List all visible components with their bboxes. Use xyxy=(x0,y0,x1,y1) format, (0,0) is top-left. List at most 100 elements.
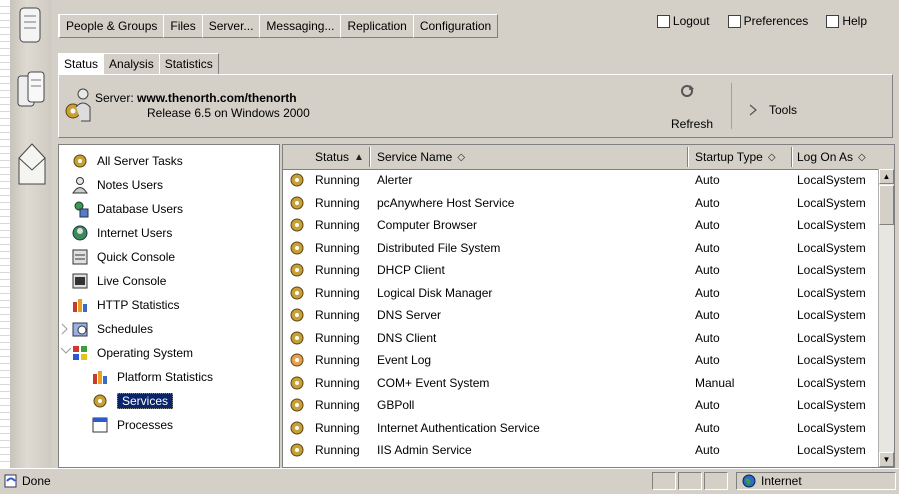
status-cell xyxy=(678,472,702,490)
tree-item-quick-console[interactable]: Quick Console xyxy=(71,247,175,267)
tree-item-http-statistics[interactable]: HTTP Statistics xyxy=(71,295,179,315)
table-row[interactable]: Running IIS Admin Service Auto LocalSystem xyxy=(283,439,879,462)
tab-configuration[interactable]: Configuration xyxy=(412,14,499,38)
tree-item-label: All Server Tasks xyxy=(97,154,183,168)
cell-service-name: DNS Client xyxy=(377,330,437,345)
service-gear-icon xyxy=(290,286,304,299)
column-divider[interactable] xyxy=(791,147,792,167)
cell-startup-type: Auto xyxy=(695,240,720,255)
expand-icon[interactable] xyxy=(61,323,69,335)
refresh-button[interactable]: Refresh xyxy=(661,81,721,133)
table-row[interactable]: Running GBPoll Auto LocalSystem xyxy=(283,394,879,417)
cell-status: Running xyxy=(315,195,360,210)
tree-item-live-console[interactable]: Live Console xyxy=(71,271,166,291)
server-info: Server: www.thenorth.com/thenorth Releas… xyxy=(95,91,310,121)
tab-files[interactable]: Files xyxy=(163,14,203,38)
scroll-up-button[interactable]: ▲︎ xyxy=(879,169,894,184)
cell-service-name: IIS Admin Service xyxy=(377,443,472,457)
column-header-startup-type[interactable]: Startup Type ◇ xyxy=(695,149,776,165)
tab-analysis[interactable]: Analysis xyxy=(103,53,160,75)
navigation-tree: All Server Tasks Notes Users Database Us… xyxy=(58,144,280,468)
tree-item-label: Platform Statistics xyxy=(117,370,214,384)
service-gear-icon xyxy=(290,241,304,254)
cell-log-on-as: LocalSystem xyxy=(797,263,866,277)
table-row[interactable]: Running DHCP Client Auto LocalSystem xyxy=(283,259,879,282)
cell-startup-type: Auto xyxy=(695,218,720,232)
mail-icon[interactable] xyxy=(16,140,48,188)
tab-status[interactable]: Status xyxy=(58,53,105,75)
sort-icon: ▲︎ xyxy=(354,151,364,163)
server-header: Server: www.thenorth.com/thenorth Releas… xyxy=(58,74,893,138)
vertical-scrollbar[interactable]: ▲︎ ▼︎ xyxy=(878,169,894,467)
user-icon xyxy=(72,177,88,194)
table-row[interactable]: Running Distributed File System Auto LocalS… xyxy=(283,237,879,260)
tree-item-label: Services xyxy=(117,393,174,409)
bar-chart-icon xyxy=(93,371,107,384)
internet-user-icon xyxy=(72,225,88,241)
main-tabs: People & Groups Files Server... Messagin… xyxy=(58,14,499,38)
table-row[interactable]: Running Event Log Auto LocalSystem xyxy=(283,349,879,372)
table-row[interactable]: Running Computer Browser Auto LocalSystem xyxy=(283,214,879,237)
tree-item-services[interactable]: Services xyxy=(91,391,174,411)
cell-service-name: GBPoll xyxy=(377,398,415,412)
document-icon[interactable] xyxy=(16,6,44,46)
cell-startup-type: Auto xyxy=(695,308,720,322)
cell-service-name: COM+ Event System xyxy=(377,375,490,390)
status-cell xyxy=(652,472,676,490)
table-row[interactable]: Running Logical Disk Manager Auto LocalSyst… xyxy=(283,282,879,305)
tree-item-platform-statistics[interactable]: Platform Statistics xyxy=(91,367,213,387)
scroll-down-button[interactable]: ▼︎ xyxy=(879,452,894,467)
cell-log-on-as: LocalSystem xyxy=(797,353,866,367)
table-row[interactable]: Running DNS Server Auto LocalSystem xyxy=(283,304,879,327)
table-row[interactable]: Running COM+ Event System Manual LocalSyste… xyxy=(283,372,879,395)
tree-item-all-server-tasks[interactable]: All Server Tasks xyxy=(71,151,183,171)
column-header-service-name[interactable]: Service Name ◇ xyxy=(377,149,465,165)
tree-item-label: Operating System xyxy=(97,346,194,360)
column-header-status[interactable]: Status ▲︎ xyxy=(315,149,364,165)
table-row[interactable]: Running Alerter Auto LocalSystem xyxy=(283,169,879,192)
server-gear-icon xyxy=(65,88,91,122)
refresh-icon xyxy=(681,85,694,97)
server-name: www.thenorth.com/thenorth xyxy=(137,91,297,105)
tree-item-notes-users[interactable]: Notes Users xyxy=(71,175,163,195)
admin-window: People & Groups Files Server... Messagin… xyxy=(52,0,899,468)
sort-icon: ◇ xyxy=(767,151,776,163)
cell-service-name: Internet Authentication Service xyxy=(377,420,540,435)
preferences-label: Preferences xyxy=(743,14,809,28)
window-icon xyxy=(92,417,108,433)
database-icon[interactable] xyxy=(16,68,46,112)
tree-item-processes[interactable]: Processes xyxy=(91,415,173,435)
tab-replication[interactable]: Replication xyxy=(340,14,414,38)
preferences-link[interactable]: Preferences xyxy=(727,14,809,28)
cell-log-on-as: LocalSystem xyxy=(797,195,866,210)
tab-statistics[interactable]: Statistics xyxy=(158,53,219,75)
column-divider[interactable] xyxy=(369,147,370,167)
table-row[interactable]: Running DNS Client Auto LocalSystem xyxy=(283,327,879,350)
tree-item-operating-system[interactable]: Operating System xyxy=(71,343,193,363)
help-link[interactable]: Help xyxy=(826,14,867,28)
service-gear-icon xyxy=(290,353,304,367)
logout-link[interactable]: Logout xyxy=(656,14,710,28)
column-label: Log On As xyxy=(797,150,854,164)
column-header-log-on-as[interactable]: Log On As ◇ xyxy=(797,149,866,165)
column-divider[interactable] xyxy=(687,147,688,167)
table-row[interactable]: Running Internet Authentication Service Au… xyxy=(283,417,879,440)
tree-item-database-users[interactable]: Database Users xyxy=(71,199,183,219)
tree-item-schedules[interactable]: Schedules xyxy=(71,319,153,339)
cell-log-on-as: LocalSystem xyxy=(797,308,866,322)
cell-service-name: Event Log xyxy=(377,353,432,367)
tree-item-internet-users[interactable]: Internet Users xyxy=(71,223,172,243)
cell-log-on-as: LocalSystem xyxy=(797,173,866,187)
tab-people-groups[interactable]: People & Groups xyxy=(58,14,165,38)
cell-startup-type: Manual xyxy=(695,375,735,390)
service-gear-icon xyxy=(290,421,304,434)
tools-menu[interactable]: Tools xyxy=(749,103,797,117)
security-zone: Internet xyxy=(742,472,802,490)
tab-messaging[interactable]: Messaging... xyxy=(259,14,342,38)
scroll-thumb[interactable] xyxy=(879,185,894,225)
cell-startup-type: Auto xyxy=(695,420,720,435)
tab-server[interactable]: Server... xyxy=(201,14,261,38)
chevron-right-icon xyxy=(749,104,757,116)
cell-status: Running xyxy=(315,263,360,277)
table-row[interactable]: Running pcAnywhere Host Service Auto LocalS… xyxy=(283,192,879,215)
